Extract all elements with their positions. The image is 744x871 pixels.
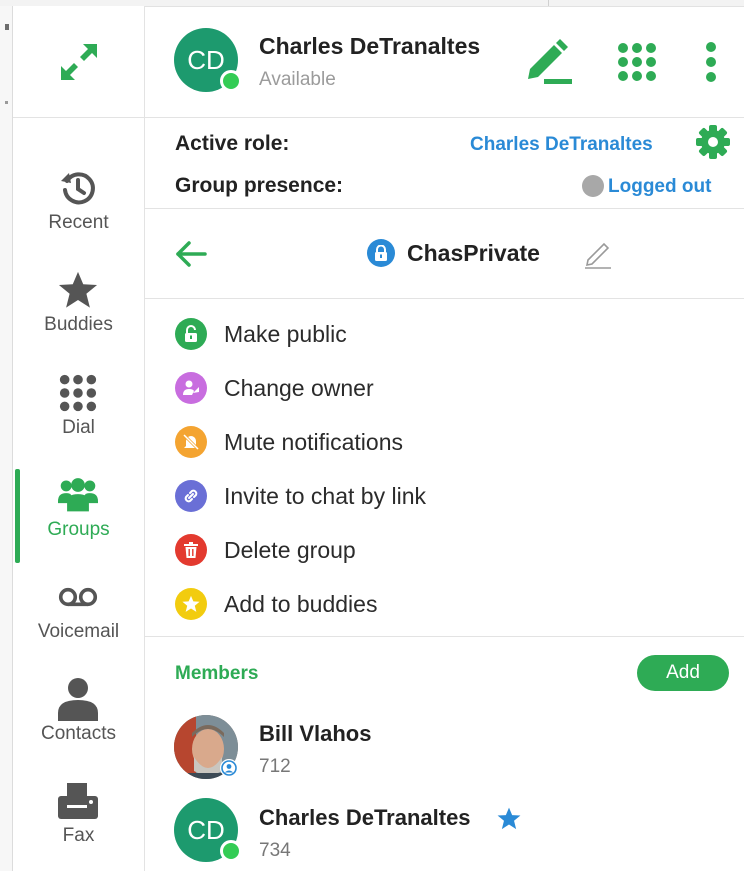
member-name[interactable]: Charles DeTranaltes	[259, 805, 471, 831]
avatar-initials: CD	[187, 44, 225, 75]
sidebar-item-groups[interactable]: Groups	[13, 469, 144, 565]
window-left-edge	[0, 6, 13, 871]
profile-header: CD Charles DeTranaltes Available	[145, 6, 744, 118]
sidebar-item-recent[interactable]: Recent	[13, 162, 144, 258]
active-role-value[interactable]: Charles DeTranaltes	[470, 134, 653, 156]
sidebar-item-buddies[interactable]: Buddies	[13, 264, 144, 360]
group-presence-value[interactable]: Logged out	[608, 176, 711, 198]
dialpad-icon	[58, 373, 98, 413]
pencil-icon	[528, 39, 572, 84]
add-member-button[interactable]: Add	[637, 655, 729, 691]
group-actions-list: Make public Change owner Mute notificati…	[145, 299, 744, 637]
active-role-label: Active role:	[175, 132, 290, 155]
action-label: Make public	[224, 320, 347, 347]
fax-icon	[58, 781, 98, 821]
add-to-buddies-action[interactable]: Add to buddies	[175, 584, 715, 624]
person-swap-icon	[175, 372, 207, 404]
sidebar-item-voicemail[interactable]: Voicemail	[13, 571, 144, 667]
members-section: Members Add Bill Vlahos 712 CD Charles D…	[145, 637, 744, 871]
more-options-button[interactable]	[699, 40, 723, 84]
sidebar-item-contacts[interactable]: Contacts	[13, 673, 144, 769]
group-title-bar: ChasPrivate	[145, 209, 744, 299]
star-icon	[175, 588, 207, 620]
voicemail-icon	[58, 577, 98, 617]
avatar-initials: CD	[187, 814, 225, 845]
edit-button[interactable]	[523, 38, 575, 86]
sidebar-item-label: Voicemail	[37, 621, 120, 642]
presence-available-dot	[220, 840, 242, 862]
role-panel: Active role: Charles DeTranaltes Group p…	[145, 118, 744, 209]
history-icon	[58, 168, 98, 208]
private-lock-icon	[367, 239, 395, 267]
trash-icon	[175, 534, 207, 566]
sidebar-item-dial[interactable]: Dial	[13, 367, 144, 463]
members-title: Members	[175, 663, 259, 684]
presence-offline-dot	[582, 175, 604, 197]
action-label: Change owner	[224, 374, 374, 401]
member-role-badge	[220, 759, 238, 777]
sidebar-item-label: Recent	[48, 212, 109, 233]
sidebar-item-label: Buddies	[44, 314, 113, 335]
delete-group-action[interactable]: Delete group	[175, 530, 715, 570]
active-indicator	[15, 469, 20, 563]
user-status[interactable]: Available	[259, 69, 336, 91]
pencil-outline-icon	[585, 242, 611, 269]
action-label: Add to buddies	[224, 590, 378, 617]
sidebar-item-label: Contacts	[41, 723, 116, 744]
sidebar-item-fax[interactable]: Fax	[13, 775, 144, 871]
arrow-left-icon	[176, 241, 207, 267]
star-icon	[58, 270, 98, 310]
change-owner-action[interactable]: Change owner	[175, 368, 715, 408]
gear-icon	[696, 125, 730, 159]
presence-available-dot	[220, 70, 242, 92]
back-button[interactable]	[173, 237, 209, 271]
sidebar-item-label: Dial	[62, 417, 95, 438]
make-public-action[interactable]: Make public	[175, 314, 715, 354]
invite-link-action[interactable]: Invite to chat by link	[175, 476, 715, 516]
link-icon	[175, 480, 207, 512]
favorite-star-icon	[497, 807, 521, 830]
action-label: Delete group	[224, 536, 356, 563]
user-name: Charles DeTranaltes	[259, 33, 481, 59]
group-presence-label: Group presence:	[175, 174, 344, 197]
apps-grid-button[interactable]	[615, 40, 659, 84]
member-name[interactable]: Bill Vlahos	[259, 721, 371, 747]
sidebar: Recent Buddies Dial Groups Voicemail Con…	[13, 6, 145, 871]
contact-icon	[58, 678, 98, 721]
sidebar-item-label: Groups	[47, 519, 110, 540]
expand-button[interactable]	[13, 6, 144, 118]
mute-notifications-action[interactable]: Mute notifications	[175, 422, 715, 462]
expand-icon	[60, 43, 97, 80]
member-extension: 712	[259, 756, 291, 777]
mute-bell-icon	[175, 426, 207, 458]
member-extension: 734	[259, 840, 291, 861]
kebab-menu-icon	[706, 42, 716, 82]
sidebar-item-label: Fax	[62, 825, 95, 846]
unlock-icon	[175, 318, 207, 350]
group-name: ChasPrivate	[407, 240, 540, 266]
action-label: Mute notifications	[224, 428, 403, 455]
action-label: Invite to chat by link	[224, 482, 426, 509]
grid-icon	[618, 43, 656, 81]
role-settings-button[interactable]	[695, 124, 731, 160]
groups-icon	[58, 475, 98, 515]
rename-group-button[interactable]	[581, 237, 615, 271]
